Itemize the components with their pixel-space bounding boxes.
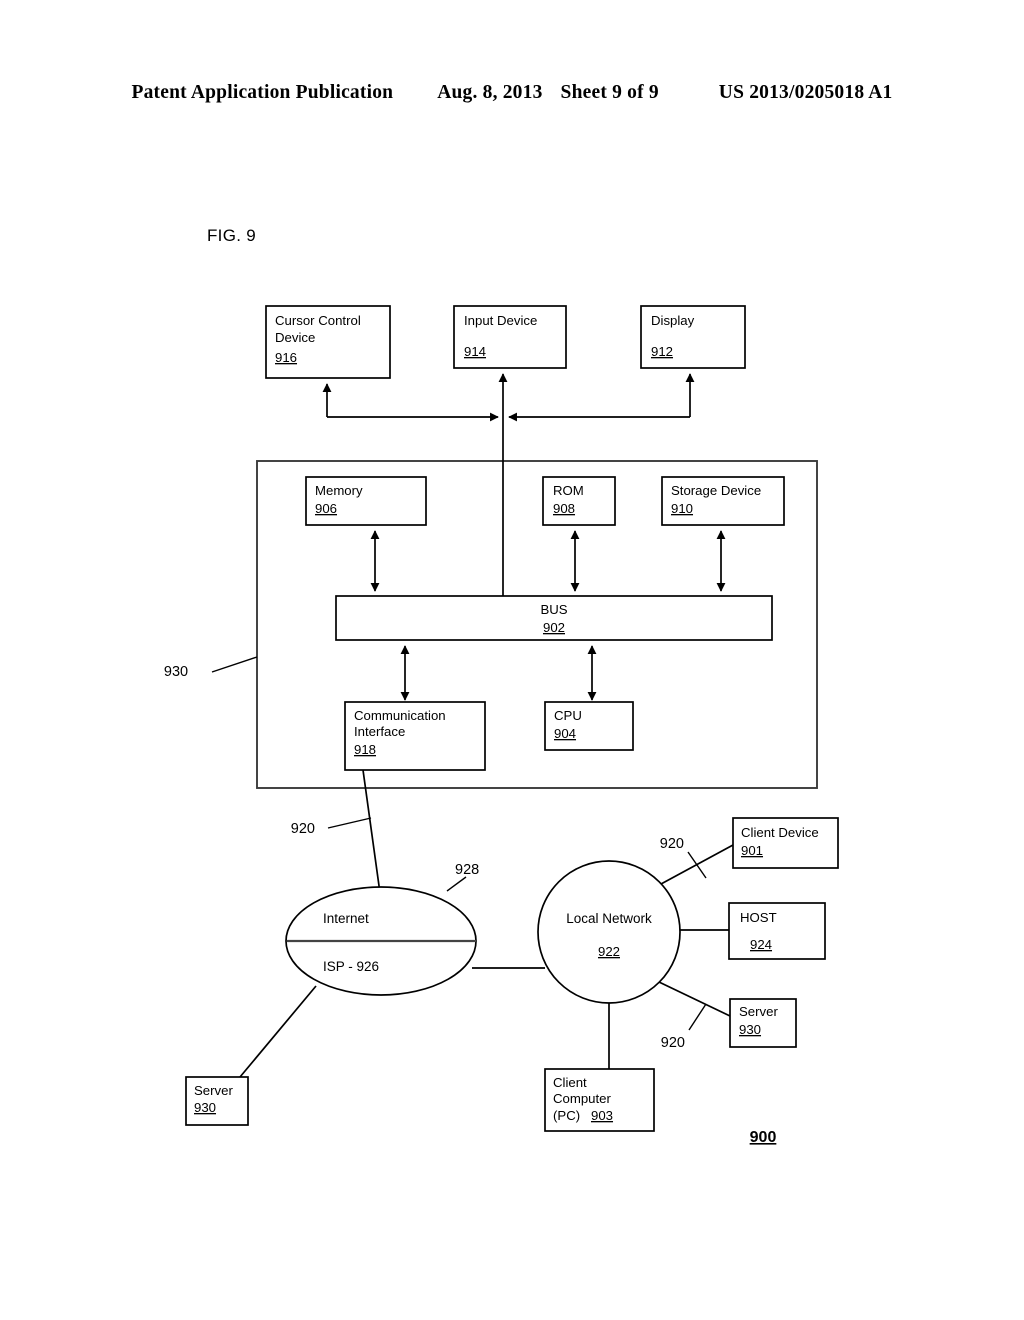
bus-label: BUS [540, 602, 567, 617]
leader-link-client-device: 920 [660, 836, 684, 852]
server-right-ref: 930 [739, 1022, 761, 1037]
memory-label: Memory [315, 483, 363, 498]
local-network-ref: 922 [598, 944, 620, 959]
memory-box: Memory 906 [305, 476, 427, 526]
bus-bar: BUS 902 [335, 595, 773, 641]
leader-line-link-server [688, 1003, 707, 1031]
host-ref: 924 [750, 937, 772, 952]
leader-line-link-isp [446, 876, 467, 892]
leader-computer-system: 930 [164, 664, 188, 680]
server-left-ref: 930 [194, 1100, 216, 1115]
cpu-label: CPU [554, 708, 582, 723]
local-network-label: Local Network [566, 911, 652, 926]
cursor-control-ref: 916 [275, 350, 297, 365]
cursor-control-label-line1: Cursor Control [275, 313, 361, 328]
client-computer-box: Client Computer (PC) 903 [544, 1068, 655, 1132]
cpu-box: CPU 904 [544, 701, 634, 751]
conn-internet-to-server-left [239, 985, 317, 1078]
communication-interface-box: Communication Interface 918 [344, 701, 486, 771]
client-computer-label-line1: Client [553, 1075, 587, 1090]
display-ref: 912 [651, 344, 673, 359]
storage-device-box: Storage Device 910 [661, 476, 785, 526]
block-diagram: Cursor Control Device 916 Input Device 9… [164, 305, 839, 1146]
cursor-control-device-box: Cursor Control Device 916 [265, 305, 391, 379]
client-device-label: Client Device [741, 825, 819, 840]
client-computer-label-line2: Computer [553, 1091, 612, 1106]
internet-node: Internet ISP - 926 [285, 886, 477, 996]
client-device-box: Client Device 901 [732, 817, 839, 869]
leader-line-link-comm [327, 817, 372, 829]
host-box: HOST 924 [728, 902, 826, 960]
host-label: HOST [740, 910, 777, 925]
figure-total-ref: 900 [750, 1129, 777, 1146]
client-device-ref: 901 [741, 843, 763, 858]
leader-line-computer-system [211, 656, 258, 673]
server-left-box: Server 930 [185, 1076, 249, 1126]
bus-ref: 902 [543, 620, 565, 635]
rom-label: ROM [553, 483, 584, 498]
server-left-label: Server [194, 1083, 233, 1098]
cursor-control-label-line2: Device [275, 330, 315, 345]
leader-line-link-client-device [687, 851, 707, 879]
internet-label: Internet [323, 911, 369, 926]
storage-device-label: Storage Device [671, 483, 761, 498]
cpu-ref: 904 [554, 726, 576, 741]
rom-box: ROM 908 [542, 476, 616, 526]
client-computer-label-line3: (PC) [553, 1108, 580, 1123]
display-label: Display [651, 313, 695, 328]
isp-label: ISP - 926 [323, 959, 379, 974]
input-device-label: Input Device [464, 313, 537, 328]
memory-ref: 906 [315, 501, 337, 516]
leader-link-comm: 920 [291, 821, 315, 837]
input-device-box: Input Device 914 [453, 305, 567, 369]
server-right-label: Server [739, 1004, 778, 1019]
storage-device-ref: 910 [671, 501, 693, 516]
input-device-ref: 914 [464, 344, 486, 359]
leader-link-server: 920 [661, 1035, 685, 1051]
display-box: Display 912 [640, 305, 746, 369]
conn-local-network-to-server-right [658, 981, 731, 1017]
comm-interface-ref: 918 [354, 742, 376, 757]
client-computer-ref: 903 [591, 1108, 613, 1123]
leader-link-isp: 928 [455, 862, 479, 878]
comm-interface-label-line2: Interface [354, 724, 405, 739]
comm-interface-label-line1: Communication [354, 708, 446, 723]
local-network-node: Local Network 922 [537, 860, 681, 1004]
server-right-box: Server 930 [729, 998, 797, 1048]
rom-ref: 908 [553, 501, 575, 516]
